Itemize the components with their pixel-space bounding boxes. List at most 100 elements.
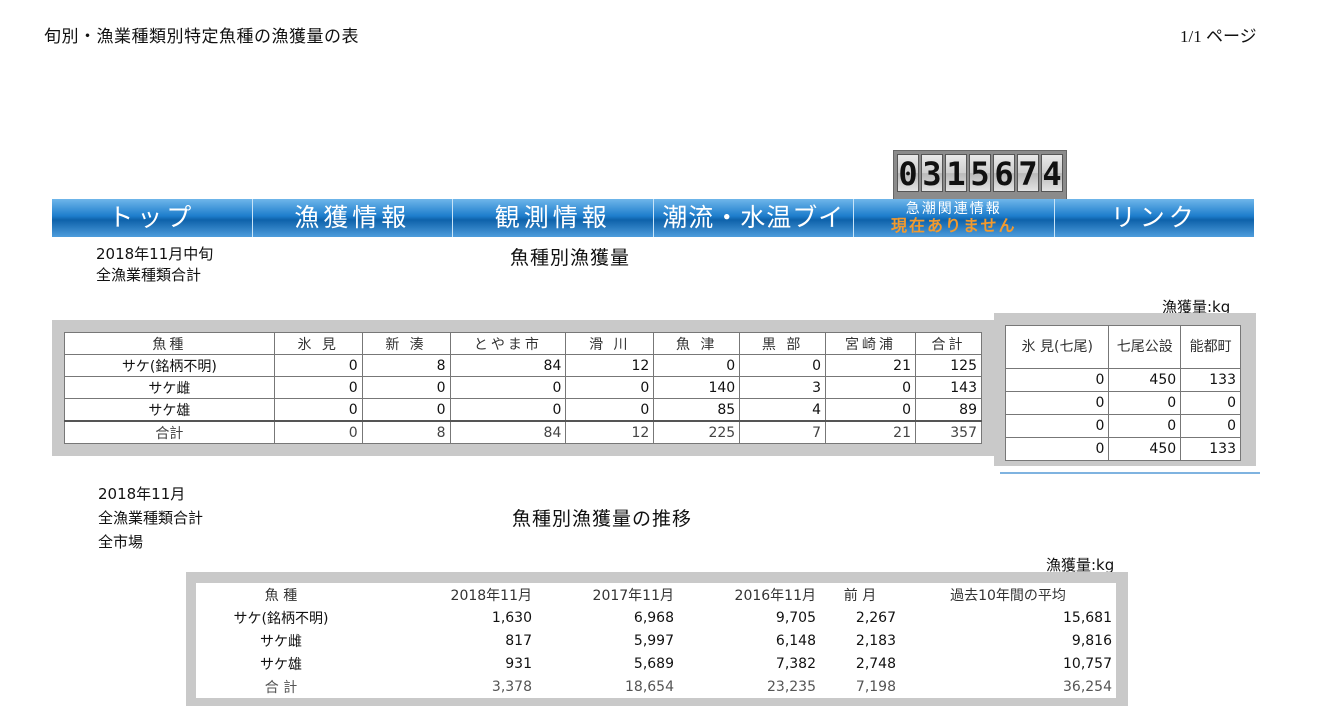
col-header: 氷 見: [273, 332, 363, 355]
cell: 133: [1180, 437, 1241, 461]
cell: 0: [361, 398, 451, 422]
table-row: 0 0 0: [1004, 391, 1241, 415]
table-total-row: 合 計 3,378 18,654 23,235 7,198 36,254: [196, 675, 1116, 698]
counter-digit: 5: [969, 154, 991, 193]
col-header: 七尾公設: [1108, 325, 1182, 369]
cell: 21: [825, 354, 916, 377]
cell: 0: [1108, 414, 1182, 438]
cell: 3: [739, 376, 827, 399]
col-header: 宮崎浦: [825, 332, 916, 355]
row-label: サケ(銘柄不明): [64, 354, 275, 377]
col-header: 魚種: [64, 332, 275, 355]
cell: 0: [273, 376, 363, 399]
cell: 0: [565, 376, 655, 399]
cell: 9,705: [775, 609, 816, 626]
cell: 89: [914, 398, 983, 422]
section1-title: 魚種別漁獲量: [510, 247, 631, 269]
table-total-row: 合計 0 8 84 12 225 7 21 357: [64, 420, 983, 444]
catch-trend-table: 魚 種 2018年11月 2017年11月 2016年11月 前 月 過去10年…: [196, 583, 1116, 698]
row-label: サケ雄: [64, 398, 275, 422]
cell: 7: [739, 420, 827, 444]
cell: 8: [361, 354, 451, 377]
page-indicator: 1/1 ページ: [1180, 27, 1257, 46]
cell: 0: [449, 398, 567, 422]
counter-digit: 1: [945, 154, 967, 193]
cell: 357: [914, 420, 983, 444]
cell: 450: [1108, 368, 1182, 392]
cell: 0: [273, 420, 363, 444]
counter-digit: 3: [921, 154, 943, 193]
cell: 125: [914, 354, 983, 377]
nav-links[interactable]: リンク: [1054, 199, 1254, 237]
document-title: 旬別・漁業種類別特定魚種の漁獲量の表: [44, 27, 359, 47]
nav-observation-info[interactable]: 観測情報: [453, 199, 654, 237]
cell: 0: [273, 354, 363, 377]
cell: 5,997: [633, 632, 674, 649]
cell: 18,654: [625, 678, 674, 695]
col-header: 2017年11月: [592, 587, 674, 604]
col-header: 2016年11月: [734, 587, 816, 604]
section2-market: 全市場: [98, 533, 144, 551]
col-header: 魚 種: [264, 587, 298, 604]
table-row: サケ雌 817 5,997 6,148 2,183 9,816: [196, 629, 1116, 652]
table-header-row: 魚種 氷 見 新 湊 とやま市 滑 川 魚 津 黒 部 宮崎浦 合計: [64, 332, 983, 355]
cell: 225: [653, 420, 741, 444]
cell: 0: [361, 376, 451, 399]
section2-scope: 全漁業種類合計: [98, 509, 204, 527]
cell: 931: [505, 655, 532, 672]
table-row: サケ(銘柄不明) 0 8 84 12 0 0 21 125: [64, 354, 983, 377]
cell: 0: [565, 398, 655, 422]
cell: 0: [1180, 414, 1241, 438]
cell: 450: [1108, 437, 1182, 461]
section2-title: 魚種別漁獲量の推移: [512, 508, 693, 530]
cell: 0: [1108, 391, 1182, 415]
table-row: 0 0 0: [1004, 414, 1241, 438]
cell: 0: [739, 354, 827, 377]
cell: 0: [1180, 391, 1241, 415]
cell: 15,681: [1063, 609, 1112, 626]
table-row: サケ(銘柄不明) 1,630 6,968 9,705 2,267 15,681: [196, 606, 1116, 629]
counter-digit: 7: [1017, 154, 1039, 193]
cell: 0: [825, 376, 916, 399]
alert-status: 現在ありません: [890, 216, 1017, 235]
table-header-row: 魚 種 2018年11月 2017年11月 2016年11月 前 月 過去10年…: [196, 583, 1116, 606]
cell: 6,148: [775, 632, 816, 649]
col-header: 魚 津: [653, 332, 741, 355]
col-header: とやま市: [449, 332, 567, 355]
row-label: サケ雄: [260, 656, 302, 673]
cell: 2,748: [855, 655, 896, 672]
cell: 143: [914, 376, 983, 399]
cell: 3,378: [491, 678, 532, 695]
table-row: サケ雄 0 0 0 0 85 4 0 89: [64, 398, 983, 422]
cell: 9,816: [1071, 632, 1112, 649]
divider: [1000, 472, 1260, 474]
col-header: 合計: [914, 332, 983, 355]
cell: 0: [1004, 368, 1110, 392]
cell: 5,689: [633, 655, 674, 672]
section2-meta: 2018年11月 全漁業種類合計 全市場: [98, 482, 203, 554]
nav-top[interactable]: トップ: [52, 199, 253, 237]
section1-scope: 全漁業種類合計: [96, 266, 202, 284]
catch-by-market-table: 魚種 氷 見 新 湊 とやま市 滑 川 魚 津 黒 部 宮崎浦 合計 サケ(銘柄…: [64, 332, 983, 444]
row-label: 合計: [64, 420, 275, 444]
table-row: サケ雌 0 0 0 0 140 3 0 143: [64, 376, 983, 399]
col-header: 2018年11月: [450, 587, 532, 604]
cell: 7,198: [855, 678, 896, 695]
ishikawa-market-table: 氷 見(七尾) 七尾公設 能都町 0 450 133 0 0 0 0 0 0 0…: [1004, 325, 1241, 461]
nav-catch-info[interactable]: 漁獲情報: [252, 199, 453, 237]
nav-current-buoy[interactable]: 潮流・水温ブイ: [653, 199, 854, 237]
col-header: 前 月: [843, 587, 877, 604]
cell: 0: [653, 354, 741, 377]
cell: 2,183: [855, 632, 896, 649]
cell: 0: [1004, 391, 1110, 415]
cell: 4: [739, 398, 827, 422]
cell: 6,968: [633, 609, 674, 626]
table-total-row: 0 450 133: [1004, 437, 1241, 461]
cell: 0: [1004, 437, 1110, 461]
cell: 36,254: [1063, 678, 1112, 695]
counter-digit: 0: [897, 154, 919, 193]
row-label: サケ雌: [260, 633, 302, 650]
nav-rapid-current-alert[interactable]: 急潮関連情報 現在ありません: [854, 199, 1055, 237]
cell: 84: [449, 420, 567, 444]
cell: 8: [361, 420, 451, 444]
